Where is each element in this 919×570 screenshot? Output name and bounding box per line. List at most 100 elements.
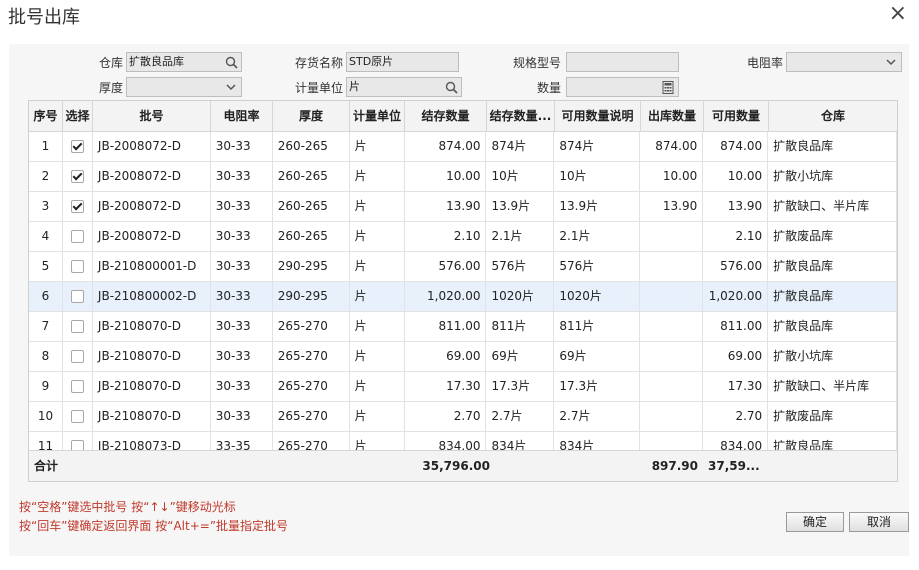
unit-value: 片 bbox=[349, 80, 360, 93]
table-header: 序号 选择 批号 电阻率 厚度 计量单位 结存数量 结存数量... 可用数量说明 出库数量 可用数量… bbox=[29, 101, 897, 132]
checkbox-icon[interactable] bbox=[70, 200, 84, 213]
checkbox-icon[interactable] bbox=[70, 320, 84, 333]
row-select-checkbox[interactable] bbox=[63, 222, 93, 251]
table-row[interactable]: 9 JB-2108070-D 30-33 265-270 片 17.30 17.3片 17.3… bbox=[29, 372, 897, 402]
column-header-stock-quantity-desc[interactable]: 结存数量... bbox=[487, 101, 555, 131]
stock-quantity: 1,020.00 bbox=[405, 282, 487, 311]
table-row[interactable]: 3 JB-2008072-D 30-33 260-265 片 13.90 13.9片 13.9… bbox=[29, 192, 897, 222]
checkbox-icon[interactable] bbox=[70, 440, 84, 450]
column-header-batch-number[interactable]: 批号 bbox=[93, 101, 211, 131]
warehouse: 扩散良品库 bbox=[768, 432, 897, 450]
table-row[interactable]: 11 JB-2108073-D 33-35 265-270 片 834.00 834片 834… bbox=[29, 432, 897, 450]
spec-field[interactable] bbox=[566, 52, 679, 72]
checkbox-icon[interactable] bbox=[70, 410, 84, 423]
available-quantity: 1,020.00 bbox=[703, 282, 769, 311]
checkbox-icon[interactable] bbox=[70, 380, 84, 393]
checkbox-icon[interactable] bbox=[70, 290, 84, 303]
checkbox-icon[interactable] bbox=[70, 170, 84, 183]
footer-out-total: 897.90 bbox=[651, 459, 698, 473]
unit: 片 bbox=[350, 132, 405, 161]
row-select-checkbox[interactable] bbox=[63, 402, 93, 431]
available-quantity: 10.00 bbox=[703, 162, 769, 191]
row-number: 8 bbox=[29, 342, 63, 371]
stock-quantity-desc: 17.3片 bbox=[486, 372, 555, 401]
column-header-resistivity[interactable]: 电阻率 bbox=[211, 101, 273, 131]
ok-button[interactable]: 确定 bbox=[786, 512, 844, 532]
chevron-down-icon[interactable] bbox=[881, 53, 901, 71]
checkbox-icon[interactable] bbox=[70, 230, 84, 243]
available-desc: 576片 bbox=[554, 252, 641, 281]
batch-number: JB-2008072-D bbox=[93, 162, 211, 191]
row-select-checkbox[interactable] bbox=[63, 372, 93, 401]
calculator-icon[interactable] bbox=[658, 78, 678, 96]
cancel-button[interactable]: 取消 bbox=[849, 512, 909, 532]
column-header-row-number[interactable]: 序号 bbox=[29, 101, 63, 131]
checkbox-icon[interactable] bbox=[70, 140, 84, 153]
table-body[interactable]: 1 JB-2008072-D 30-33 260-265 片 874.00 874片 874片… bbox=[29, 132, 897, 450]
stock-quantity-desc: 811片 bbox=[486, 312, 555, 341]
checkbox-icon[interactable] bbox=[70, 350, 84, 363]
stock-quantity: 576.00 bbox=[405, 252, 487, 281]
column-header-unit[interactable]: 计量单位 bbox=[350, 101, 405, 131]
row-select-checkbox[interactable] bbox=[63, 132, 93, 161]
table-row[interactable]: 6 JB-210800002-D 30-33 290-295 片 1,020.00 1020… bbox=[29, 282, 897, 312]
row-select-checkbox[interactable] bbox=[63, 432, 93, 450]
stock-quantity: 2.10 bbox=[405, 222, 487, 251]
table-row[interactable]: 10 JB-2108070-D 30-33 265-270 片 2.70 2.7片 2.7片 2… bbox=[29, 402, 897, 432]
table-row[interactable]: 5 JB-210800001-D 30-33 290-295 片 576.00 576片 57… bbox=[29, 252, 897, 282]
table-row[interactable]: 4 JB-2008072-D 30-33 260-265 片 2.10 2.1片 2.1片 2.… bbox=[29, 222, 897, 252]
thickness-dropdown[interactable] bbox=[126, 77, 242, 97]
available-desc: 13.9片 bbox=[554, 192, 641, 221]
column-header-out-quantity[interactable]: 出库数量 bbox=[641, 101, 704, 131]
row-number: 4 bbox=[29, 222, 63, 251]
search-icon[interactable] bbox=[221, 53, 241, 71]
stock-quantity-desc: 576片 bbox=[486, 252, 555, 281]
unit: 片 bbox=[350, 372, 405, 401]
warehouse-label: 仓库 bbox=[98, 56, 123, 70]
quantity-field[interactable] bbox=[566, 77, 679, 97]
warehouse: 扩散良品库 bbox=[768, 312, 897, 341]
table-row[interactable]: 7 JB-2108070-D 30-33 265-270 片 811.00 811片 811片… bbox=[29, 312, 897, 342]
search-icon[interactable] bbox=[441, 78, 461, 96]
warehouse: 扩散良品库 bbox=[768, 252, 897, 281]
column-header-available-quantity[interactable]: 可用数量 bbox=[704, 101, 769, 131]
column-header-available-desc[interactable]: 可用数量说明 bbox=[555, 101, 641, 131]
warehouse: 扩散缺口、半片库 bbox=[768, 372, 897, 401]
table-row[interactable]: 8 JB-2108070-D 30-33 265-270 片 69.00 69片 69片 69.… bbox=[29, 342, 897, 372]
batch-number: JB-2008072-D bbox=[93, 132, 211, 161]
unit-field[interactable]: 片 bbox=[346, 77, 462, 97]
column-header-stock-quantity[interactable]: 结存数量 bbox=[405, 101, 487, 131]
unit-label: 计量单位 bbox=[294, 81, 343, 95]
resistivity: 30-33 bbox=[211, 402, 273, 431]
resistivity: 30-33 bbox=[211, 252, 273, 281]
row-number: 3 bbox=[29, 192, 63, 221]
batch-number: JB-2108070-D bbox=[93, 372, 211, 401]
resistivity: 33-35 bbox=[211, 432, 273, 450]
row-select-checkbox[interactable] bbox=[63, 162, 93, 191]
warehouse: 扩散缺口、半片库 bbox=[768, 192, 897, 221]
row-select-checkbox[interactable] bbox=[63, 312, 93, 341]
row-select-checkbox[interactable] bbox=[63, 192, 93, 221]
batch-number: JB-2108070-D bbox=[93, 342, 211, 371]
row-select-checkbox[interactable] bbox=[63, 342, 93, 371]
column-header-warehouse[interactable]: 仓库 bbox=[769, 101, 897, 131]
row-select-checkbox[interactable] bbox=[63, 282, 93, 311]
stock-name-field[interactable]: STD原片 bbox=[346, 52, 459, 72]
resistivity: 30-33 bbox=[211, 132, 273, 161]
row-select-checkbox[interactable] bbox=[63, 252, 93, 281]
column-header-row-select-checkbox[interactable]: 选择 bbox=[63, 101, 93, 131]
table-row[interactable]: 1 JB-2008072-D 30-33 260-265 片 874.00 874片 874片… bbox=[29, 132, 897, 162]
out-quantity: 874.00 bbox=[640, 132, 704, 161]
resistivity-dropdown[interactable] bbox=[786, 52, 902, 72]
column-header-thickness[interactable]: 厚度 bbox=[273, 101, 350, 131]
thickness: 265-270 bbox=[273, 342, 350, 371]
close-icon[interactable]: × bbox=[889, 2, 907, 26]
unit: 片 bbox=[350, 342, 405, 371]
table-row[interactable]: 2 JB-2008072-D 30-33 260-265 片 10.00 10片 10片 10.… bbox=[29, 162, 897, 192]
warehouse-value: 扩散良品库 bbox=[129, 55, 184, 68]
out-quantity bbox=[640, 282, 704, 311]
checkbox-icon[interactable] bbox=[70, 260, 84, 273]
chevron-down-icon[interactable] bbox=[221, 78, 241, 96]
out-quantity bbox=[640, 372, 704, 401]
warehouse-field[interactable]: 扩散良品库 bbox=[126, 52, 242, 72]
